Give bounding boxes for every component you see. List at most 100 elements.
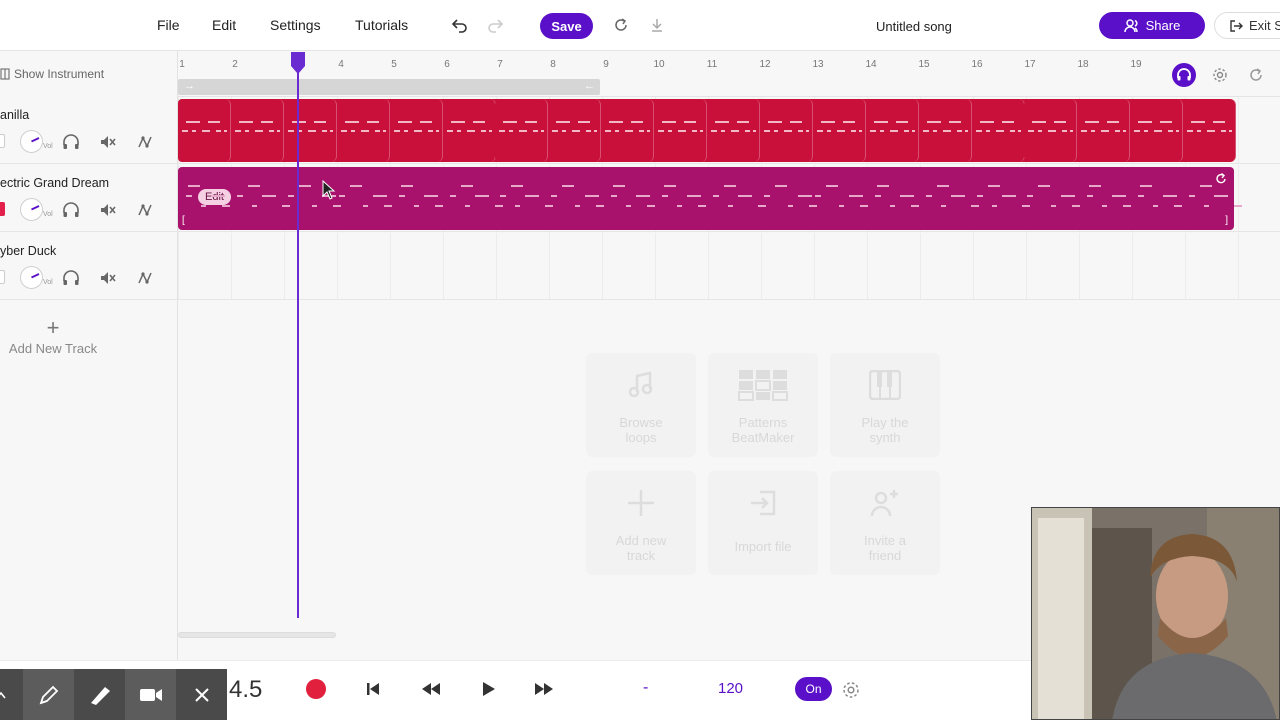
ruler-tick-label: 6	[444, 59, 450, 70]
note-dash	[1168, 130, 1174, 132]
note-dash	[956, 130, 962, 132]
invite-friend-tile[interactable]: Invite a friend	[830, 471, 940, 575]
tile-label: Play the	[861, 415, 909, 430]
play-icon[interactable]	[474, 675, 502, 703]
note-dash	[895, 121, 908, 123]
note-dash	[789, 121, 802, 123]
key-signature-value[interactable]: -	[643, 679, 648, 697]
undo-icon[interactable]	[449, 14, 471, 36]
metronome-toggle[interactable]: On	[795, 677, 832, 701]
loop-clip-icon[interactable]	[1214, 172, 1228, 186]
loop-end-arrow-icon[interactable]: ←	[584, 80, 595, 92]
note-dash	[715, 121, 729, 123]
close-icon[interactable]	[176, 669, 227, 720]
grid-pads-icon	[738, 370, 788, 401]
timeline-ruler[interactable]: 1 2 4 5 6 7 8 9 10 11 12 13 14 15 16 17 18 19 → ←	[178, 51, 1280, 97]
record-button[interactable]	[302, 675, 330, 703]
note-dash	[899, 195, 914, 197]
mute-icon[interactable]	[99, 269, 117, 287]
note-dash	[1051, 205, 1057, 207]
rewind-icon[interactable]	[417, 675, 445, 703]
note-dash	[499, 130, 506, 132]
save-button[interactable]: Save	[540, 13, 593, 39]
track-header[interactable]: anilla Vol	[0, 97, 178, 164]
automation-icon[interactable]	[136, 133, 154, 151]
horizontal-scrollbar[interactable]	[178, 631, 1038, 639]
note-dash	[413, 205, 419, 207]
headphones-icon[interactable]	[62, 201, 80, 219]
ruler-tick-label: 19	[1130, 59, 1142, 70]
menu-edit[interactable]: Edit	[212, 17, 236, 33]
exit-button[interactable]: Exit S	[1214, 12, 1280, 39]
fast-forward-icon[interactable]	[530, 675, 558, 703]
volume-knob[interactable]	[20, 266, 43, 289]
track-name[interactable]: ectric Grand Dream	[0, 176, 109, 190]
headphones-icon[interactable]	[62, 133, 80, 151]
bpm-value[interactable]: 120	[718, 680, 743, 697]
song-title[interactable]: Untitled song	[876, 19, 952, 34]
automation-icon[interactable]	[136, 269, 154, 287]
import-file-tile[interactable]: Import file	[708, 471, 818, 575]
ruler-tick-label: 8	[550, 59, 556, 70]
loop-region[interactable]: → ←	[178, 79, 600, 95]
track-header[interactable]: yber Duck Vol	[0, 233, 178, 300]
track-name[interactable]: yber Duck	[0, 244, 56, 258]
grid-line	[814, 233, 815, 299]
download-icon[interactable]	[646, 14, 668, 36]
volume-knob[interactable]	[20, 198, 43, 221]
playhead-handle[interactable]	[289, 52, 307, 74]
browse-loops-tile[interactable]: Browse loops	[586, 353, 696, 457]
note-dash	[647, 130, 651, 132]
share-button[interactable]: Share	[1099, 12, 1205, 39]
note-dash	[464, 205, 470, 207]
plus-icon: +	[46, 315, 60, 340]
note-dash	[460, 185, 473, 187]
skip-to-start-icon[interactable]	[359, 675, 387, 703]
clip-right-handle-icon[interactable]: ]	[1225, 215, 1228, 226]
track-lane[interactable]: Edit [ ]	[178, 165, 1280, 232]
highlighter-icon[interactable]	[74, 669, 125, 720]
transport-settings-gear-icon[interactable]	[837, 676, 865, 704]
track-select-checkbox[interactable]	[0, 202, 5, 216]
menu-file[interactable]: File	[157, 17, 180, 33]
patterns-beatmaker-tile[interactable]: Patterns BeatMaker	[708, 353, 818, 457]
note-dash	[1123, 205, 1132, 207]
volume-knob[interactable]	[20, 130, 43, 153]
audio-clip[interactable]	[178, 99, 1237, 162]
mute-icon[interactable]	[99, 133, 117, 151]
track-lane[interactable]	[178, 97, 1280, 164]
track-select-checkbox[interactable]	[0, 270, 5, 284]
loop-toggle-icon[interactable]	[1244, 63, 1268, 87]
headphones-icon[interactable]	[62, 269, 80, 287]
play-synth-tile[interactable]: Play the synth	[830, 353, 940, 457]
midi-clip[interactable]: Edit [ ]	[178, 167, 1243, 230]
add-new-track-button[interactable]: + Add New Track	[0, 315, 106, 357]
note-dash	[609, 121, 624, 123]
ruler-tick-label: 10	[653, 59, 665, 70]
clip-left-handle-icon[interactable]: [	[182, 215, 185, 226]
grid-line	[1238, 97, 1239, 163]
show-instrument-toggle[interactable]: Show Instrument	[0, 67, 104, 81]
pen-icon[interactable]	[23, 669, 74, 720]
add-new-track-tile[interactable]: Add new track	[586, 471, 696, 575]
redo-icon[interactable]	[484, 14, 506, 36]
track-header[interactable]: ectric Grand Dream Vol	[0, 165, 178, 232]
track-name[interactable]: anilla	[0, 108, 29, 122]
loop-start-arrow-icon[interactable]: →	[184, 80, 195, 92]
headphones-mode-icon[interactable]	[1172, 63, 1196, 87]
note-dash	[446, 130, 453, 132]
refresh-icon[interactable]	[610, 14, 632, 36]
top-bar: File Edit Settings Tutorials Save Untitl…	[0, 0, 1280, 51]
note-dash	[1204, 205, 1210, 207]
mute-icon[interactable]	[99, 201, 117, 219]
track-select-checkbox[interactable]	[0, 134, 5, 148]
note-dash	[848, 195, 863, 197]
track-lane[interactable]	[178, 233, 1280, 300]
clip-edit-button[interactable]: Edit	[198, 189, 231, 205]
menu-tutorials[interactable]: Tutorials	[355, 17, 408, 33]
camera-icon[interactable]	[125, 669, 176, 720]
menu-settings[interactable]: Settings	[270, 17, 321, 33]
automation-icon[interactable]	[136, 201, 154, 219]
gear-icon[interactable]	[1208, 63, 1232, 87]
scrollbar-thumb[interactable]	[178, 632, 336, 638]
